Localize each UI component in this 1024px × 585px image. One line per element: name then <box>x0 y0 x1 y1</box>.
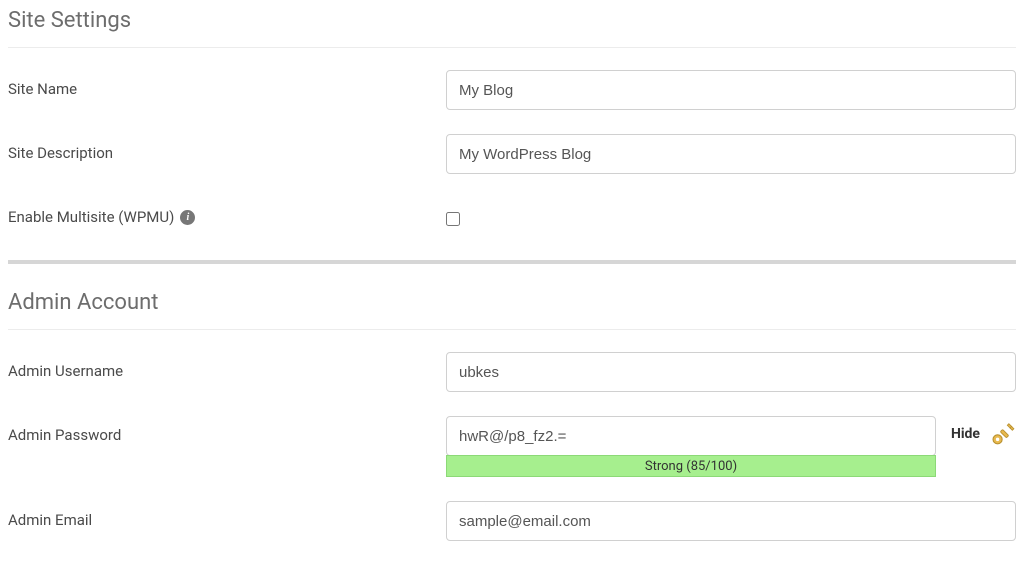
key-icon[interactable] <box>990 416 1016 448</box>
divider <box>8 47 1016 48</box>
multisite-label: Enable Multisite (WPMU) i <box>8 198 446 226</box>
password-strength-bar: Strong (85/100) <box>446 455 936 477</box>
admin-password-row: Admin Password Strong (85/100) Hide <box>8 416 1016 477</box>
admin-username-label: Admin Username <box>8 352 446 380</box>
admin-password-label: Admin Password <box>8 416 446 444</box>
admin-email-input[interactable] <box>446 501 1016 541</box>
admin-password-input[interactable] <box>446 416 936 456</box>
multisite-checkbox[interactable] <box>446 212 460 226</box>
site-name-input[interactable] <box>446 70 1016 110</box>
admin-email-row: Admin Email <box>8 501 1016 541</box>
divider <box>8 329 1016 330</box>
site-description-row: Site Description <box>8 134 1016 174</box>
admin-email-label: Admin Email <box>8 501 446 529</box>
site-description-label: Site Description <box>8 134 446 162</box>
multisite-label-text: Enable Multisite (WPMU) <box>8 208 174 226</box>
site-settings-heading: Site Settings <box>8 0 1016 47</box>
site-name-row: Site Name <box>8 70 1016 110</box>
admin-username-input[interactable] <box>446 352 1016 392</box>
password-toggle[interactable]: Hide <box>951 416 980 442</box>
admin-account-heading: Admin Account <box>8 282 1016 329</box>
info-icon[interactable]: i <box>180 210 195 225</box>
site-description-input[interactable] <box>446 134 1016 174</box>
section-divider <box>8 260 1016 264</box>
site-name-label: Site Name <box>8 70 446 98</box>
admin-username-row: Admin Username <box>8 352 1016 392</box>
multisite-row: Enable Multisite (WPMU) i <box>8 198 1016 226</box>
